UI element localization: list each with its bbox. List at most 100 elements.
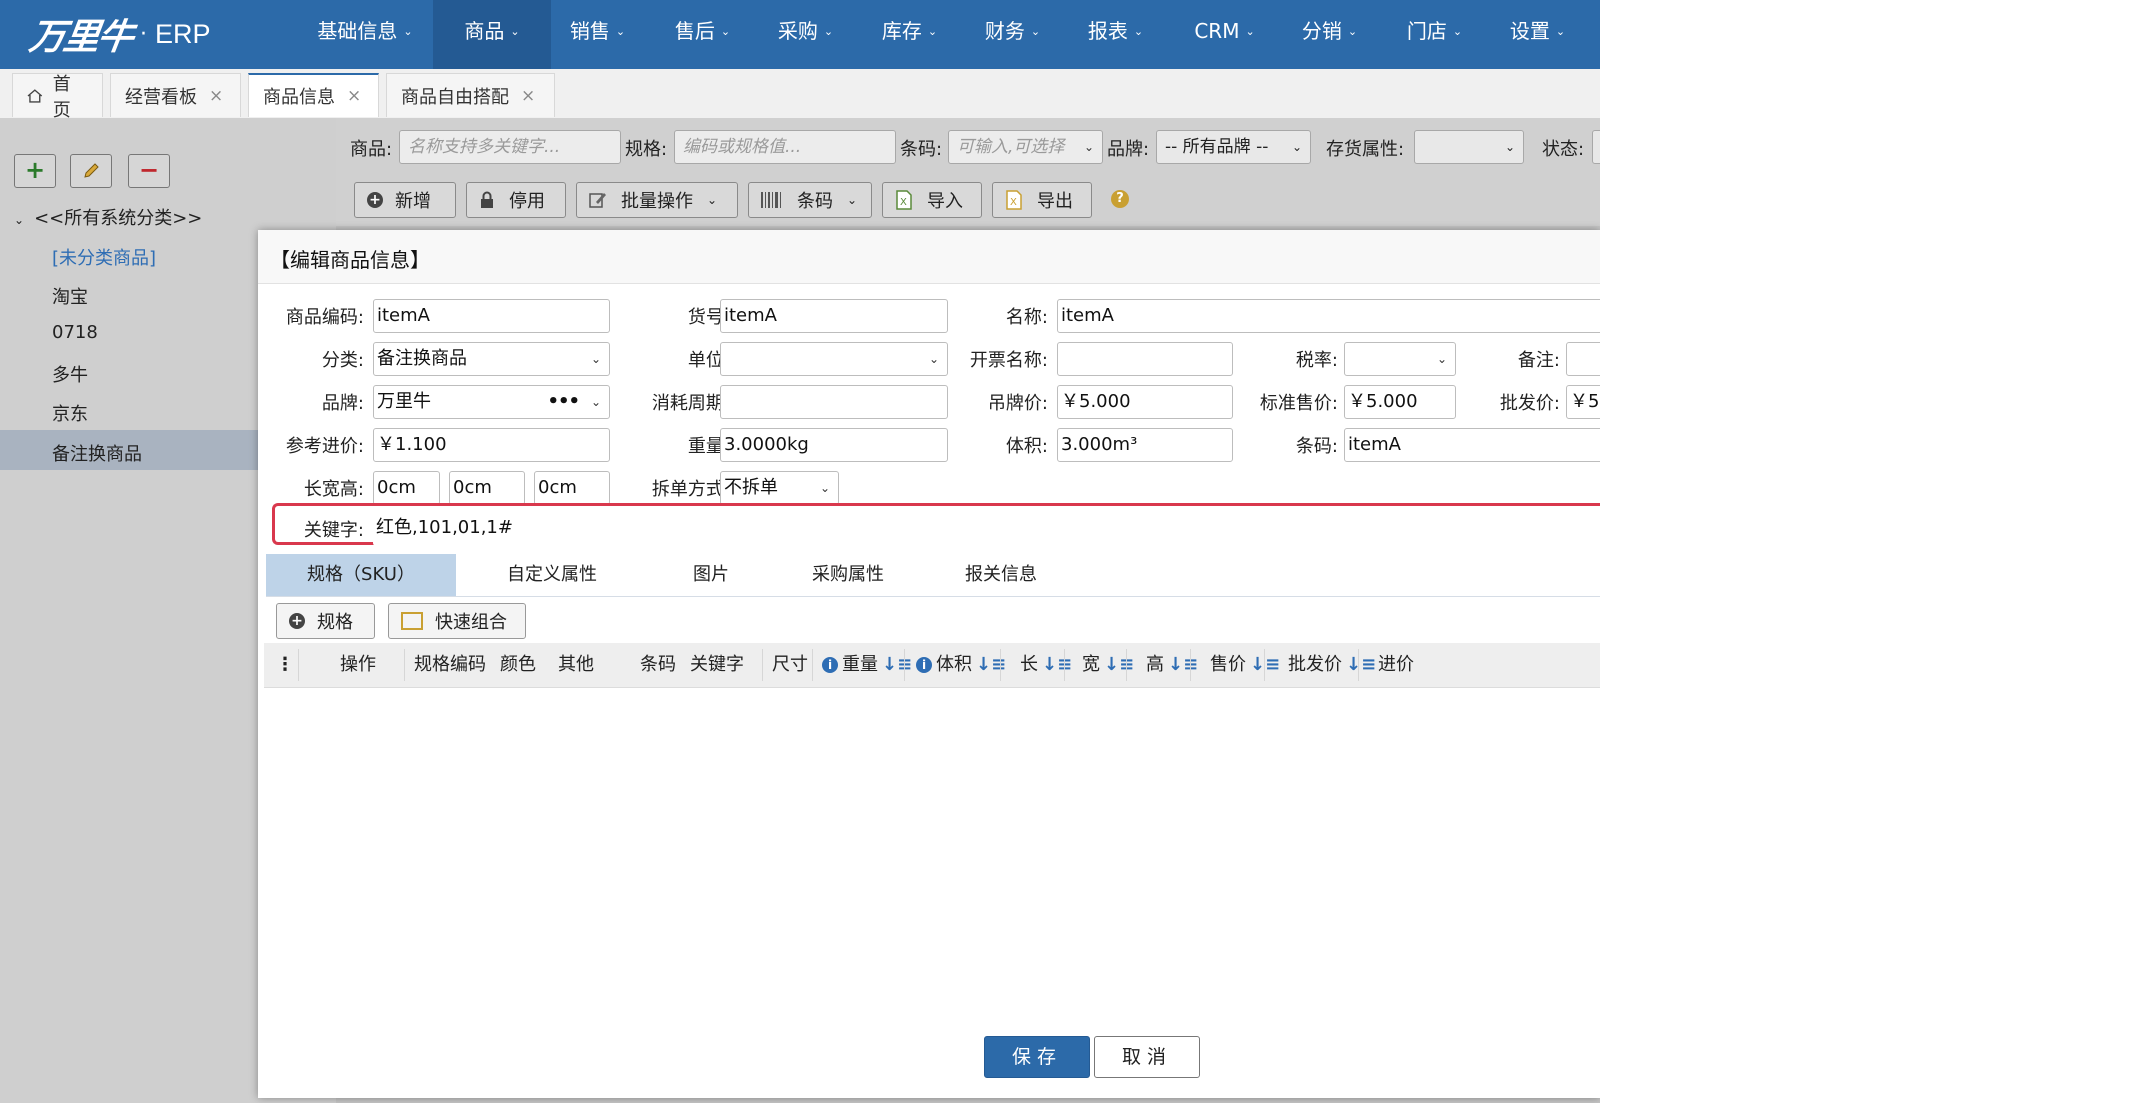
- col-weight-label: 重量: [842, 654, 878, 675]
- consume-cycle-input[interactable]: [720, 385, 948, 419]
- remark-input[interactable]: [1566, 342, 1600, 376]
- std-price-input[interactable]: ￥5.000: [1344, 385, 1456, 419]
- nav-item-finance[interactable]: 财务 ⌄: [975, 0, 1050, 69]
- nav-item-basic-info[interactable]: 基础信息 ⌄: [310, 0, 420, 69]
- logo[interactable]: 万里牛 · ERP: [27, 8, 211, 60]
- tree-item-duoniu[interactable]: 多牛: [52, 361, 88, 387]
- category-select[interactable]: 备注换商品 ⌄: [373, 342, 610, 376]
- modal-barcode-input[interactable]: itemA: [1344, 428, 1600, 462]
- column-menu-icon[interactable]: ⋮: [276, 643, 294, 687]
- col-cost[interactable]: 进价: [1378, 643, 1414, 687]
- tab-purchase-attributes[interactable]: 采购属性: [778, 554, 918, 596]
- tab-images[interactable]: 图片: [646, 554, 776, 596]
- sort-icon[interactable]: ↓≡: [1042, 654, 1072, 675]
- cancel-button[interactable]: 取消: [1094, 1036, 1200, 1078]
- product-code-input[interactable]: itemA: [373, 299, 610, 333]
- quick-combo-button[interactable]: 快速组合: [388, 603, 526, 639]
- nav-item-product[interactable]: 商品 ⌄: [433, 0, 551, 69]
- tree-item-uncategorized[interactable]: [未分类商品]: [52, 244, 156, 270]
- nav-item-reports[interactable]: 报表 ⌄: [1078, 0, 1153, 69]
- nav-item-after-sales[interactable]: 售后 ⌄: [665, 0, 740, 69]
- tab-product-free-match[interactable]: 商品自由搭配 ×: [386, 73, 555, 117]
- nav-label: 报表: [1087, 19, 1128, 43]
- tag-price-input[interactable]: ￥5.000: [1057, 385, 1233, 419]
- sort-icon[interactable]: ↓≡: [1104, 654, 1134, 675]
- col-wholesale[interactable]: 批发价 ↓≡: [1288, 643, 1376, 687]
- sort-icon[interactable]: ↓≡: [976, 654, 1006, 675]
- filter-barcode-input[interactable]: 可输入,可选择 ⌄: [948, 130, 1103, 164]
- nav-item-purchase[interactable]: 采购 ⌄: [768, 0, 843, 69]
- col-weight[interactable]: i 重量 ↓≡: [822, 643, 912, 687]
- col-other[interactable]: 其他: [558, 643, 594, 687]
- nav-item-sales[interactable]: 销售 ⌄: [560, 0, 635, 69]
- tab-product-info[interactable]: 商品信息 ×: [248, 73, 379, 117]
- import-button[interactable]: X 导入: [882, 182, 982, 218]
- length-input[interactable]: 0cm: [373, 471, 440, 505]
- add-product-button[interactable]: + 新增: [354, 182, 456, 218]
- tab-custom-attributes[interactable]: 自定义属性: [462, 554, 642, 596]
- filter-product-input[interactable]: 名称支持多关键字...: [399, 130, 621, 164]
- col-spec-code[interactable]: 规格编码: [414, 643, 486, 687]
- close-icon[interactable]: ×: [209, 86, 223, 106]
- tab-customs-info[interactable]: 报关信息: [926, 554, 1076, 596]
- filter-spec-input[interactable]: 编码或规格值...: [674, 130, 896, 164]
- nav-item-settings[interactable]: 设置 ⌄: [1500, 0, 1575, 69]
- tree-item-0718[interactable]: 0718: [52, 322, 98, 343]
- col-size[interactable]: 尺寸: [772, 643, 808, 687]
- tab-home[interactable]: 首页: [12, 73, 103, 121]
- tax-rate-select[interactable]: ⌄: [1344, 342, 1456, 376]
- tree-item-taobao[interactable]: 淘宝: [52, 283, 88, 309]
- plus-circle-icon: +: [367, 192, 383, 208]
- invoice-name-label: 开票名称:: [969, 350, 1048, 371]
- tab-dashboard[interactable]: 经营看板 ×: [110, 73, 241, 117]
- delete-category-button[interactable]: −: [128, 154, 170, 188]
- filter-brand-select[interactable]: -- 所有品牌 -- ⌄: [1156, 130, 1311, 164]
- sort-icon[interactable]: ↓≡: [1250, 654, 1280, 675]
- col-price[interactable]: 售价 ↓≡: [1210, 643, 1280, 687]
- nav-item-inventory[interactable]: 库存 ⌄: [872, 0, 947, 69]
- close-icon[interactable]: ×: [521, 86, 535, 106]
- tree-root[interactable]: ⌄ <<所有系统分类>>: [14, 204, 202, 230]
- batch-operation-button[interactable]: 批量操作 ⌄: [576, 182, 738, 218]
- invoice-name-input[interactable]: [1057, 342, 1233, 376]
- filter-stock-attr-select[interactable]: ⌄: [1414, 130, 1524, 164]
- close-icon[interactable]: ×: [347, 86, 361, 106]
- split-method-select[interactable]: 不拆单 ⌄: [720, 471, 839, 505]
- col-barcode[interactable]: 条码: [640, 643, 676, 687]
- nav-item-store[interactable]: 门店 ⌄: [1397, 0, 1472, 69]
- volume-input[interactable]: 3.000m³: [1057, 428, 1233, 462]
- save-button[interactable]: 保存: [984, 1036, 1090, 1078]
- nav-item-distribution[interactable]: 分销 ⌄: [1292, 0, 1367, 69]
- keyword-input[interactable]: 红色,101,01,1#: [373, 512, 1600, 546]
- chevron-down-icon: ⌄: [510, 25, 520, 38]
- export-button[interactable]: X 导出: [992, 182, 1092, 218]
- add-category-button[interactable]: +: [14, 154, 56, 188]
- nav-item-crm[interactable]: CRM ⌄: [1182, 0, 1267, 69]
- width-input[interactable]: 0cm: [449, 471, 525, 505]
- wholesale-price-input[interactable]: ￥5.000: [1566, 385, 1600, 419]
- item-no-input[interactable]: itemA: [720, 299, 948, 333]
- col-volume[interactable]: i 体积 ↓≡: [916, 643, 1006, 687]
- col-keyword[interactable]: 关键字: [690, 643, 744, 687]
- weight-input[interactable]: 3.0000kg: [720, 428, 948, 462]
- unit-select[interactable]: ⌄: [720, 342, 948, 376]
- brand-select[interactable]: 万里牛 ••• ⌄: [373, 385, 610, 419]
- tree-item-remark-swap[interactable]: 备注换商品: [52, 440, 142, 466]
- tree-item-jd[interactable]: 京东: [52, 400, 88, 426]
- tab-sku[interactable]: 规格（SKU）: [266, 554, 456, 596]
- ref-cost-input[interactable]: ￥1.100: [373, 428, 610, 462]
- help-icon[interactable]: ?: [1111, 190, 1129, 208]
- sort-icon[interactable]: ↓≡: [1346, 654, 1376, 675]
- edit-category-button[interactable]: [70, 154, 112, 188]
- add-spec-button[interactable]: + 规格: [276, 603, 375, 639]
- nav-label: 设置: [1509, 19, 1550, 43]
- col-color[interactable]: 颜色: [500, 643, 536, 687]
- sort-icon[interactable]: ↓≡: [882, 654, 912, 675]
- name-input[interactable]: itemA: [1057, 299, 1600, 333]
- more-icon[interactable]: •••: [547, 386, 580, 418]
- height-input[interactable]: 0cm: [534, 471, 610, 505]
- sort-icon[interactable]: ↓≡: [1168, 654, 1198, 675]
- disable-button[interactable]: 停用: [466, 182, 566, 218]
- barcode-button[interactable]: 条码 ⌄: [748, 182, 872, 218]
- filter-status-select[interactable]: 启: [1592, 130, 1600, 164]
